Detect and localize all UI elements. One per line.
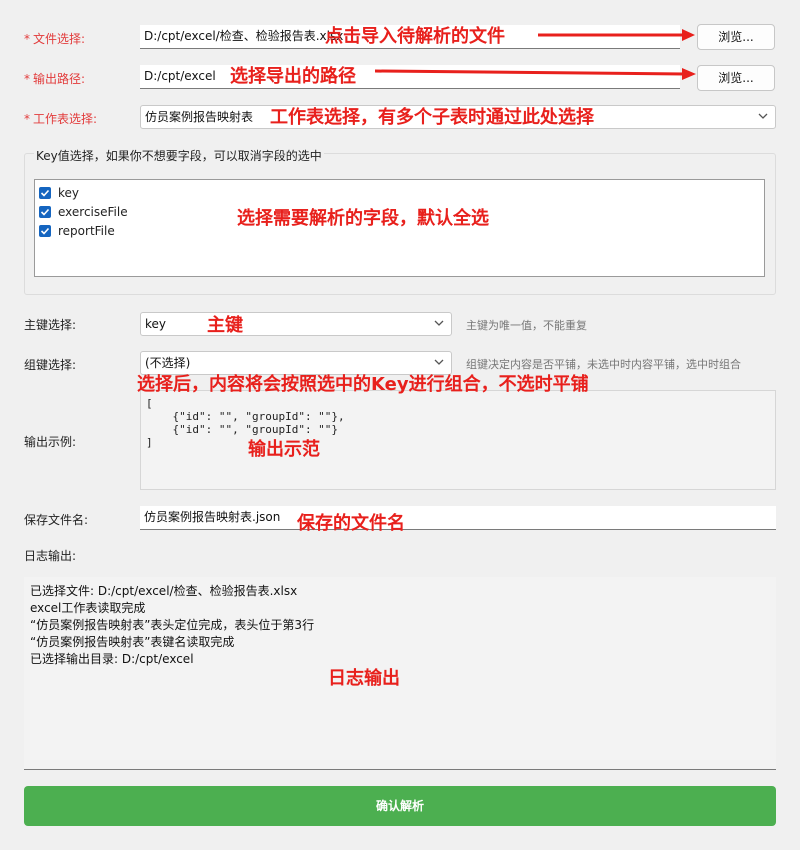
output-label: * 输出路径: [24, 72, 86, 86]
key-group-title: Key值选择，如果你不想要字段，可以取消字段的选中 [34, 147, 324, 164]
example-line: {"id": "", "groupId": ""}, [146, 410, 345, 423]
log-line: “仿员案例报告映射表”表头定位完成，表头位于第3行 [30, 618, 315, 632]
example-box: [ {"id": "", "groupId": ""}, {"id": "", … [140, 390, 776, 490]
primary-key-hint: 主键为唯一值，不能重复 [466, 319, 587, 332]
save-name-label: 保存文件名: [24, 513, 89, 527]
primary-key-label: 主键选择: [24, 318, 77, 332]
arrow-right-icon [375, 68, 696, 80]
annotation-file: 点击导入待解析的文件 [325, 26, 505, 47]
chevron-down-icon [434, 320, 444, 326]
annotation-log: 日志输出 [328, 668, 400, 689]
primary-key-select[interactable]: key [140, 312, 452, 336]
example-line: [ [146, 397, 153, 410]
annotation-sheet: 工作表选择，有多个子表时通过此处选择 [270, 107, 594, 128]
chevron-down-icon [434, 359, 444, 365]
annotation-example: 输出示范 [248, 439, 320, 460]
annotation-keys: 选择需要解析的字段，默认全选 [237, 208, 489, 229]
annotation-primary: 主键 [207, 315, 243, 336]
annotation-save: 保存的文件名 [297, 513, 405, 534]
chevron-down-icon [758, 113, 768, 119]
arrow-right-icon [538, 29, 695, 41]
checkbox[interactable] [39, 186, 51, 199]
annotation-group: 选择后，内容将会按照选中的Key进行组合，不选时平铺 [137, 374, 589, 395]
log-line: “仿员案例报告映射表”表键名读取完成 [30, 635, 235, 649]
log-output[interactable]: 已选择文件: D:/cpt/excel/检查、检验报告表.xlsx excel工… [24, 577, 776, 770]
file-label: * 文件选择: [24, 32, 86, 46]
sheet-label: * 工作表选择: [24, 112, 98, 126]
check-icon [40, 208, 50, 216]
example-label: 输出示例: [24, 435, 77, 449]
annotation-output: 选择导出的路径 [230, 66, 356, 87]
checkbox[interactable] [39, 205, 51, 218]
check-icon [40, 189, 50, 197]
example-line: {"id": "", "groupId": ""} [146, 423, 339, 436]
log-line: excel工作表读取完成 [30, 601, 146, 615]
check-icon [40, 227, 50, 235]
log-label: 日志输出: [24, 549, 77, 563]
browse-file-button[interactable]: 浏览... [697, 24, 775, 50]
browse-output-button[interactable]: 浏览... [697, 65, 775, 91]
log-line: 已选择文件: D:/cpt/excel/检查、检验报告表.xlsx [30, 584, 298, 598]
key-item[interactable]: key [39, 183, 760, 202]
checkbox[interactable] [39, 224, 51, 237]
log-line: 已选择输出目录: D:/cpt/excel [30, 652, 194, 666]
example-line: ] [146, 436, 153, 449]
confirm-parse-button[interactable]: 确认解析 [24, 786, 776, 826]
save-name-input[interactable]: 仿员案例报告映射表.json [140, 506, 776, 530]
group-key-label: 组键选择: [24, 358, 77, 372]
